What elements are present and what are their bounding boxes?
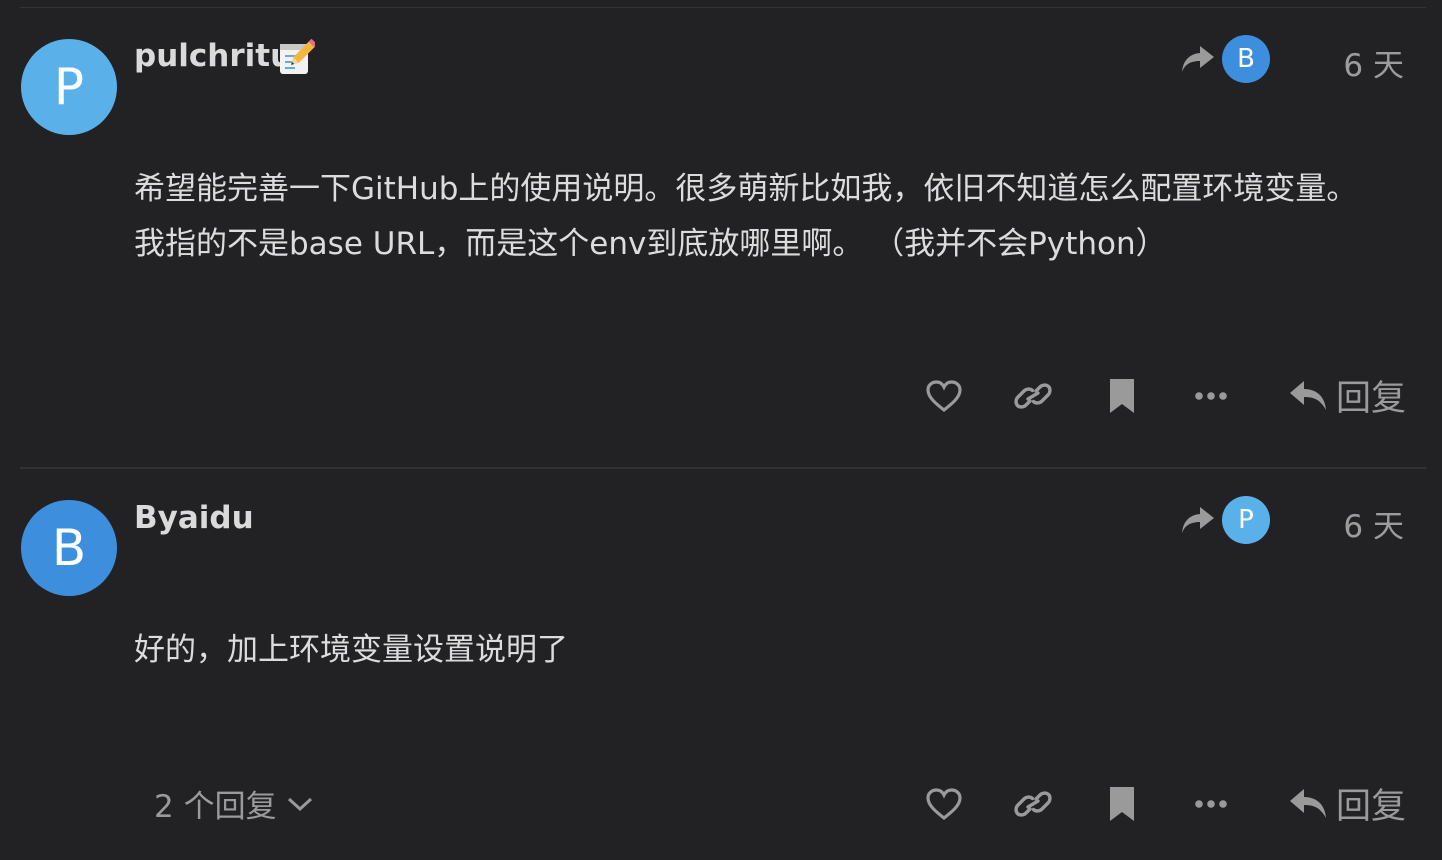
- reply-label: 回复: [1335, 379, 1406, 419]
- reply-to-indicator[interactable]: B: [1180, 35, 1270, 83]
- copy-link-button[interactable]: [989, 780, 1078, 828]
- link-icon: [1014, 790, 1053, 817]
- more-icon: [1195, 799, 1228, 808]
- bookmark-icon: [1110, 786, 1135, 821]
- post-body: 希望能完善一下GitHub上的使用说明。很多萌新比如我，依旧不知道怎么配置环境变…: [134, 162, 1402, 272]
- avatar-letter: P: [1238, 505, 1254, 535]
- reply-icon: [1289, 788, 1326, 818]
- body-line: 好的，加上环境变量设置说明了: [134, 632, 568, 668]
- memo-emoji-icon: [280, 39, 315, 74]
- avatar[interactable]: P: [21, 39, 117, 135]
- link-icon: [1014, 382, 1053, 409]
- reply-to-indicator[interactable]: P: [1180, 496, 1270, 544]
- post: B Byaidu P 6 天 好的，加上环境变量设置说明了 2 个回复 回复: [0, 469, 1442, 860]
- heart-icon: [926, 379, 963, 412]
- bookmark-button[interactable]: [1078, 372, 1167, 420]
- avatar-letter: B: [1237, 44, 1255, 74]
- heart-icon: [926, 787, 963, 820]
- bookmark-button[interactable]: [1078, 780, 1167, 828]
- post: P pulchritu B 6 天 希望能完善一下GitHub上的使用说明。很多…: [0, 0, 1442, 468]
- share-arrow-icon: [1182, 507, 1214, 533]
- more-button[interactable]: [1167, 372, 1256, 420]
- replies-toggle-button[interactable]: 2 个回复: [154, 781, 313, 826]
- reply-button[interactable]: 回复: [1288, 778, 1406, 829]
- bookmark-icon: [1110, 378, 1135, 413]
- more-button[interactable]: [1167, 780, 1256, 828]
- post-actions: 回复: [900, 370, 1406, 421]
- more-icon: [1195, 391, 1228, 400]
- avatar[interactable]: B: [21, 500, 117, 596]
- replies-count-label: 2 个回复: [154, 789, 277, 825]
- share-arrow-icon: [1182, 46, 1214, 72]
- post-date[interactable]: 6 天: [1343, 501, 1404, 546]
- body-line: 希望能完善一下GitHub上的使用说明。很多萌新比如我，依旧不知道怎么配置环境变…: [134, 171, 1358, 207]
- post-date[interactable]: 6 天: [1343, 40, 1404, 85]
- reply-button[interactable]: 回复: [1288, 370, 1406, 421]
- post-body: 好的，加上环境变量设置说明了: [134, 623, 1402, 678]
- reply-label: 回复: [1335, 787, 1406, 827]
- like-button[interactable]: [900, 372, 989, 420]
- like-button[interactable]: [900, 780, 989, 828]
- copy-link-button[interactable]: [989, 372, 1078, 420]
- body-line: 我指的不是base URL，而是这个env到底放哪里啊。 （我并不会Python…: [134, 226, 1167, 262]
- avatar-letter: B: [51, 519, 87, 577]
- username[interactable]: Byaidu: [134, 500, 254, 536]
- chevron-down-icon: [287, 797, 312, 811]
- username[interactable]: pulchritu: [134, 38, 292, 74]
- reply-to-avatar: P: [1222, 496, 1270, 544]
- reply-icon: [1289, 380, 1326, 410]
- reply-to-avatar: B: [1222, 35, 1270, 83]
- post-actions: 回复: [900, 778, 1406, 829]
- avatar-letter: P: [53, 58, 85, 116]
